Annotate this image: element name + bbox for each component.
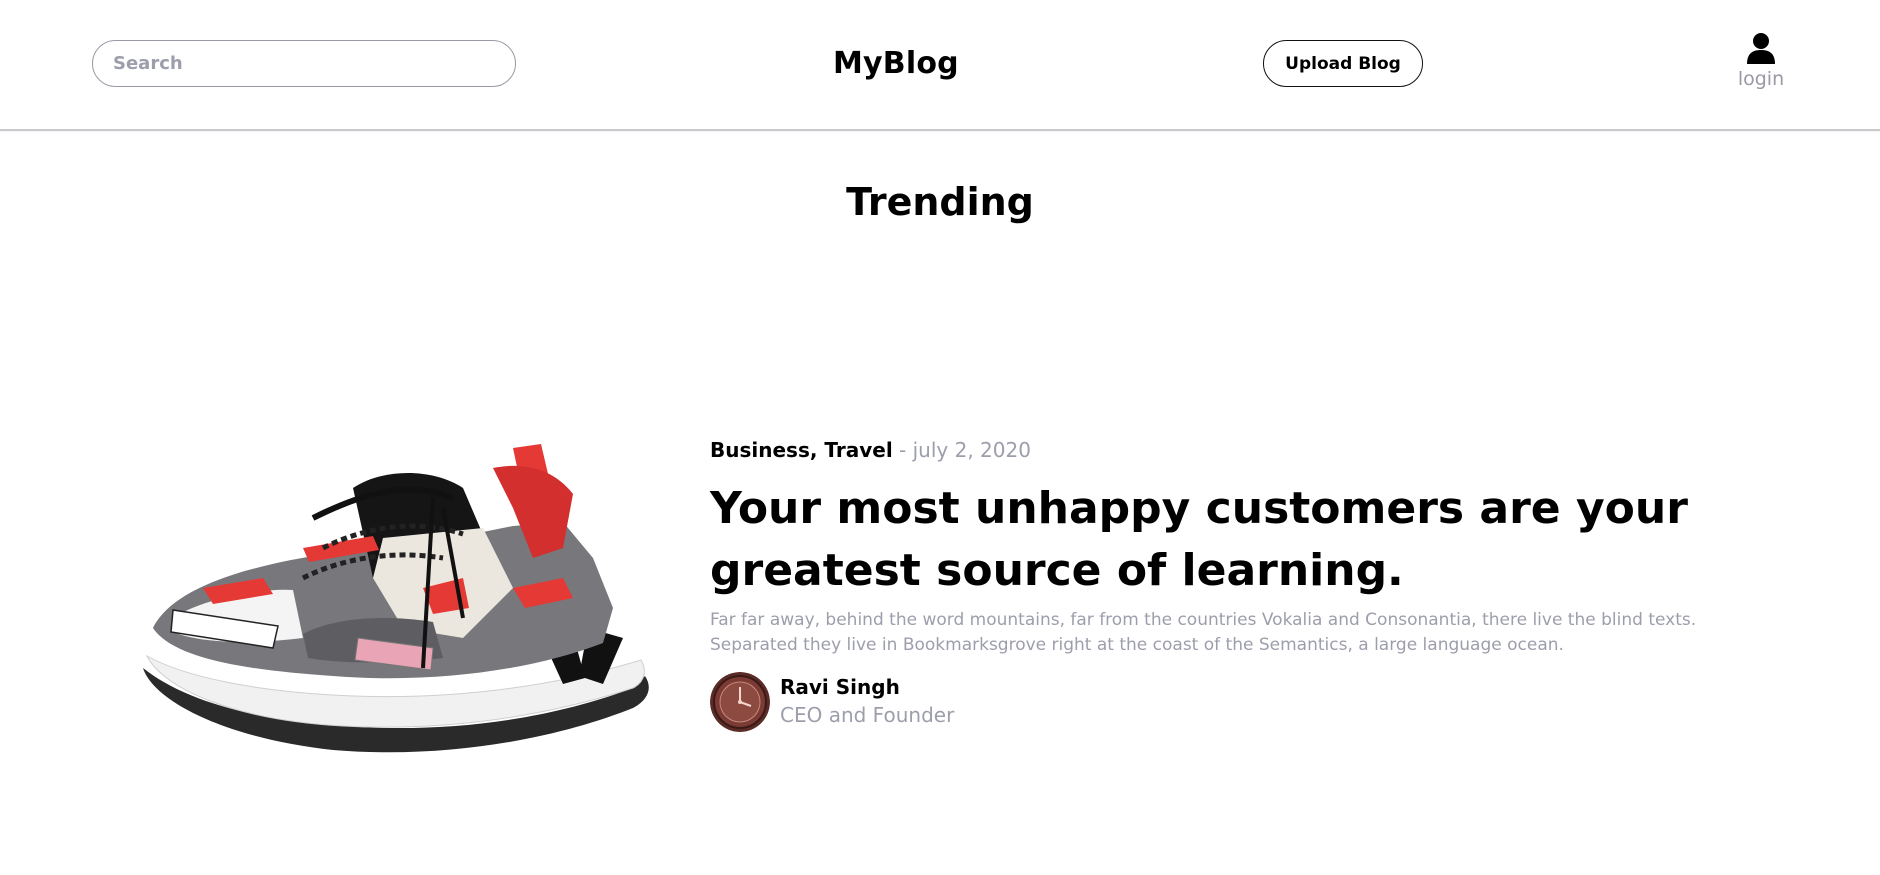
author-avatar [710, 672, 770, 732]
search-input[interactable] [113, 53, 515, 74]
section-title: Trending [846, 180, 1034, 224]
article-meta: Business, Travel - july 2, 2020 [710, 438, 1031, 462]
search-box[interactable] [92, 40, 516, 87]
article-title[interactable]: Your most unhappy customers are your gre… [710, 478, 1710, 602]
login-label: login [1737, 68, 1785, 90]
login-link[interactable]: login [1730, 32, 1792, 90]
site-logo[interactable]: MyBlog [833, 46, 959, 81]
site-header: MyBlog Upload Blog login [0, 0, 1880, 131]
author-role: CEO and Founder [780, 703, 955, 727]
article-excerpt: Far far away, behind the word mountains,… [710, 610, 1697, 655]
author-info: Ravi Singh CEO and Founder [780, 674, 954, 730]
author-block[interactable]: Ravi Singh CEO and Founder [710, 672, 954, 732]
user-icon [1747, 33, 1775, 64]
author-name[interactable]: Ravi Singh [780, 674, 954, 700]
article-date: july 2, 2020 [912, 438, 1031, 462]
article-categories[interactable]: Business, Travel [710, 438, 893, 462]
meta-separator: - [899, 438, 907, 462]
article-image[interactable] [133, 438, 651, 756]
upload-blog-button[interactable]: Upload Blog [1263, 40, 1423, 87]
